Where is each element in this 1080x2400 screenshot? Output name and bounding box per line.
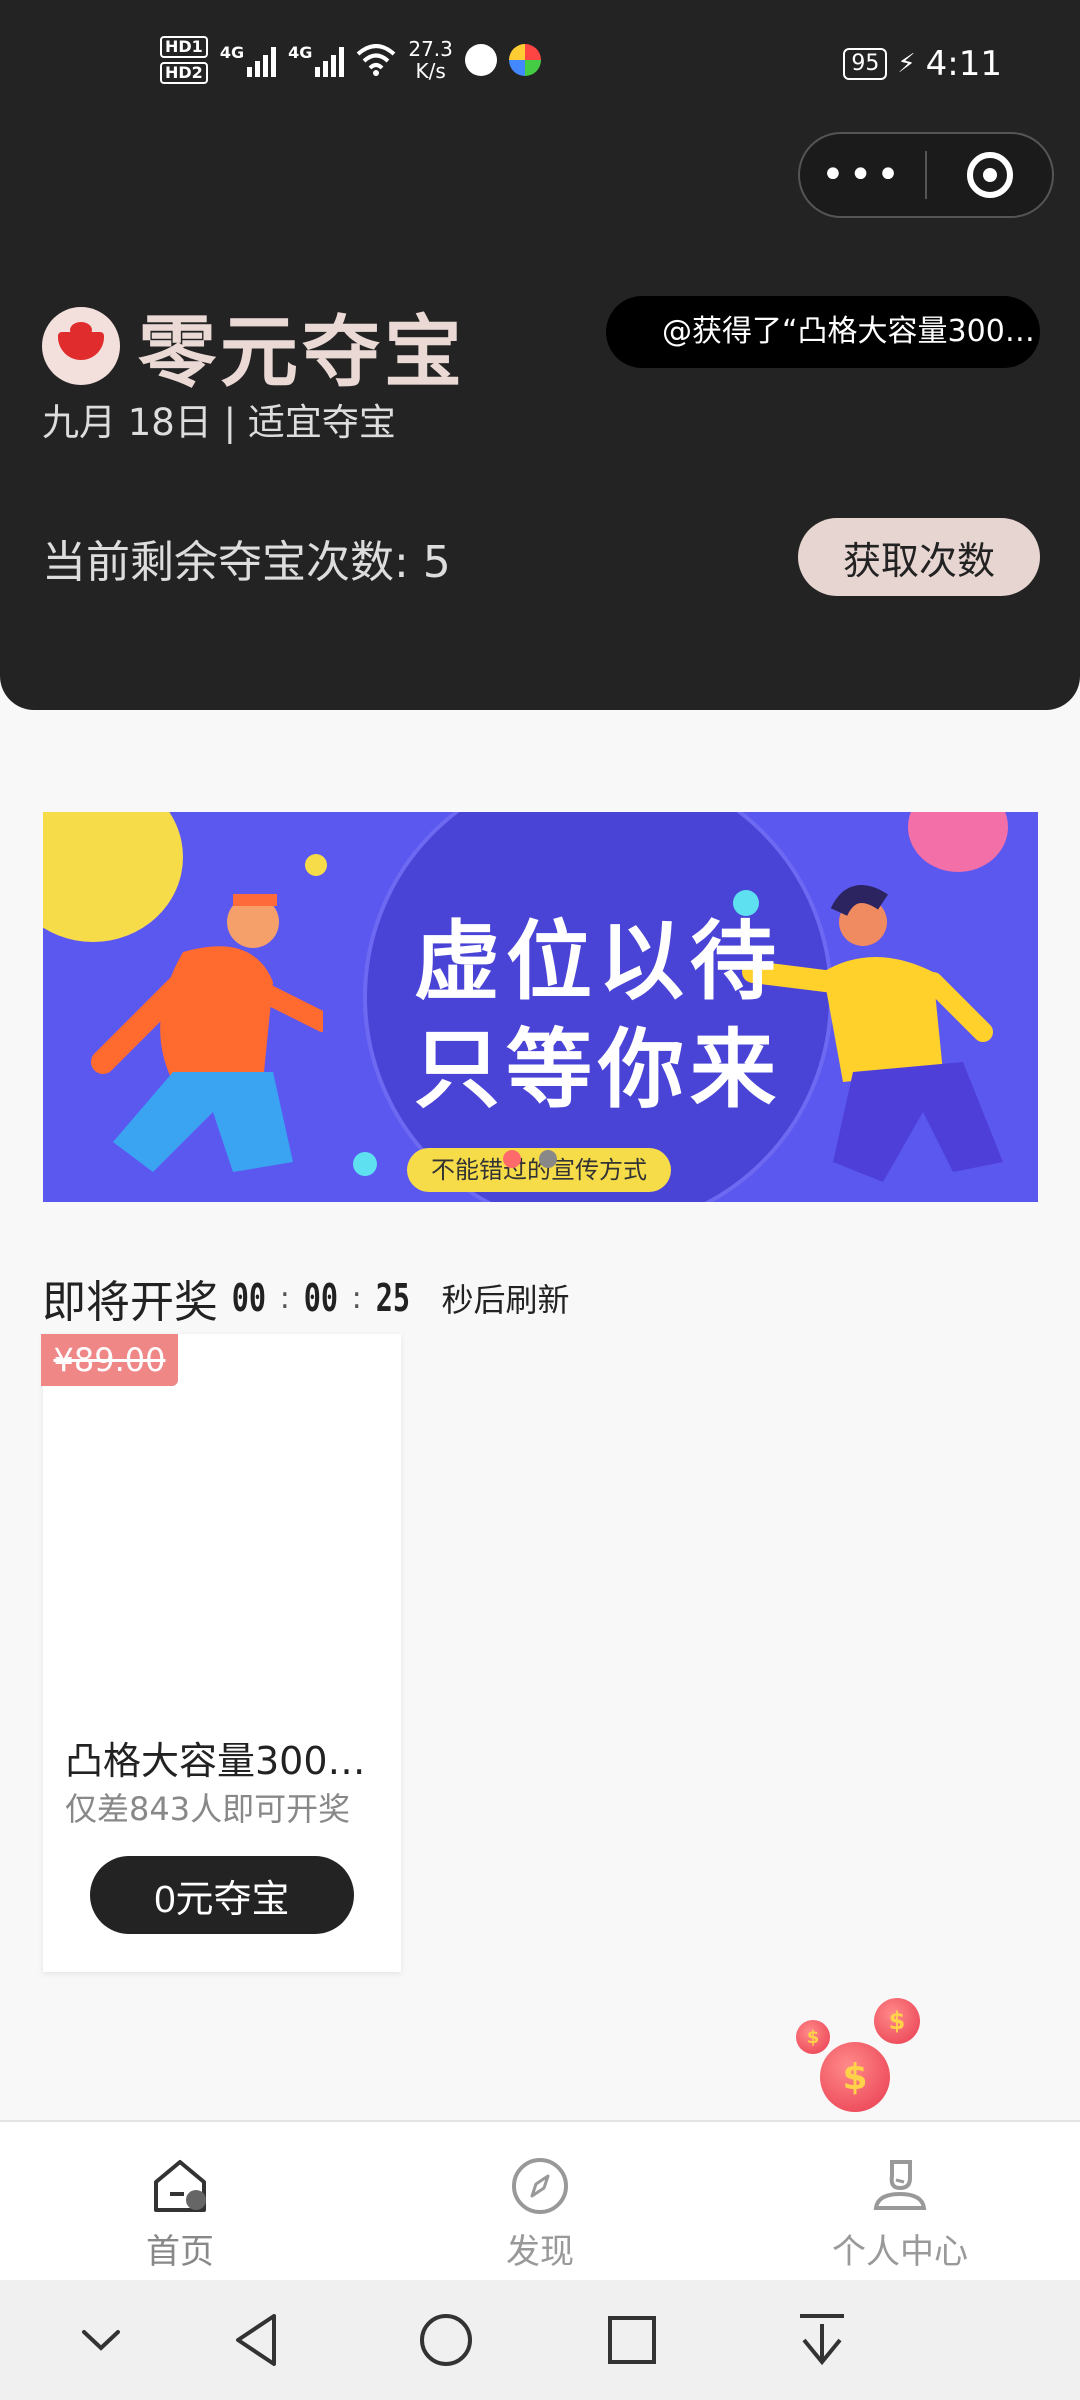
countdown-seconds: 25 <box>375 1276 410 1320</box>
close-miniprogram-button[interactable] <box>927 152 1052 198</box>
carousel-indicator <box>503 1150 557 1168</box>
header-panel: HD1 HD2 4G 4G 27.3 K/s 95 ⚡ 4:11 ••• 零元夺… <box>0 0 1080 710</box>
product-name: 凸格大容量3000... <box>65 1739 385 1783</box>
network-speed: 27.3 K/s <box>408 37 453 83</box>
date-line: 九月 18日 | 适宜夺宝 <box>42 401 396 444</box>
recent-apps-icon[interactable] <box>604 2308 660 2372</box>
status-bar: HD1 HD2 4G 4G 27.3 K/s 95 ⚡ 4:11 <box>0 0 1080 130</box>
get-chances-button[interactable]: 获取次数 <box>798 518 1040 596</box>
more-menu-button[interactable]: ••• <box>800 155 925 195</box>
carousel-dot <box>539 1150 557 1168</box>
back-icon[interactable] <box>230 2308 282 2372</box>
product-progress-text: 仅差843人即可开奖 <box>65 1790 351 1828</box>
coin-icon: $ <box>796 2020 830 2054</box>
clock: 4:11 <box>925 44 1002 84</box>
system-navigation-bar <box>0 2280 1080 2400</box>
person-icon <box>873 2160 927 2210</box>
winner-ticker: @获得了“凸格大容量3000... <box>606 296 1040 368</box>
battery-icon: 95 <box>843 48 888 80</box>
notification-pull-icon[interactable] <box>794 2308 850 2372</box>
miniprogram-capsule: ••• <box>798 132 1054 218</box>
brand-title: 零元夺宝 <box>138 308 467 398</box>
collapse-chevron-icon[interactable] <box>78 2308 124 2372</box>
ingot-logo-icon <box>42 307 120 385</box>
tab-discover[interactable]: 发现 <box>360 2122 720 2280</box>
original-price-tag: ¥89.00 <box>41 1334 178 1386</box>
compass-icon <box>512 2158 568 2214</box>
carousel-dot-active <box>503 1150 521 1168</box>
charging-icon: ⚡ <box>897 49 916 79</box>
wifi-icon <box>357 44 396 76</box>
countdown-minutes: 00 <box>303 1276 338 1320</box>
countdown-hours: 00 <box>231 1276 267 1320</box>
coin-icon: $ <box>820 2042 890 2112</box>
remaining-chances: 当前剩余夺宝次数: 5 <box>42 537 451 588</box>
floating-coins-button[interactable]: $ $ $ <box>790 1994 930 2114</box>
signal-icon-2: 4G <box>288 43 345 77</box>
signal-icon-1: 4G <box>220 43 277 77</box>
home-circle-icon[interactable] <box>414 2308 478 2372</box>
bottom-tab-bar: 首页 发现 个人中心 <box>0 2120 1080 2280</box>
runner-illustration-left <box>91 894 323 1172</box>
promo-banner[interactable]: 虚位以待 只等你来 不能错过的宣传方式 <box>43 812 1038 1202</box>
brand: 零元夺宝 <box>42 290 466 402</box>
banner-headline: 虚位以待 只等你来 <box>414 912 782 1120</box>
target-icon <box>966 152 1013 198</box>
home-icon <box>154 2160 206 2212</box>
tab-home[interactable]: 首页 <box>0 2122 360 2280</box>
coin-icon: $ <box>874 1998 920 2044</box>
tab-profile[interactable]: 个人中心 <box>720 2122 1080 2280</box>
hd-voice-indicator: HD1 HD2 <box>160 36 208 84</box>
product-card[interactable]: ¥89.00 凸格大容量3000... 仅差843人即可开奖 0元夺宝 <box>41 1334 401 1972</box>
zero-yuan-grab-button[interactable]: 0元夺宝 <box>90 1856 354 1934</box>
app-notification-icon <box>464 44 497 76</box>
draw-countdown: 即将开奖 00 : 00 : 25 秒后刷新 <box>42 1276 570 1328</box>
app-notification-icon-2 <box>508 44 541 76</box>
